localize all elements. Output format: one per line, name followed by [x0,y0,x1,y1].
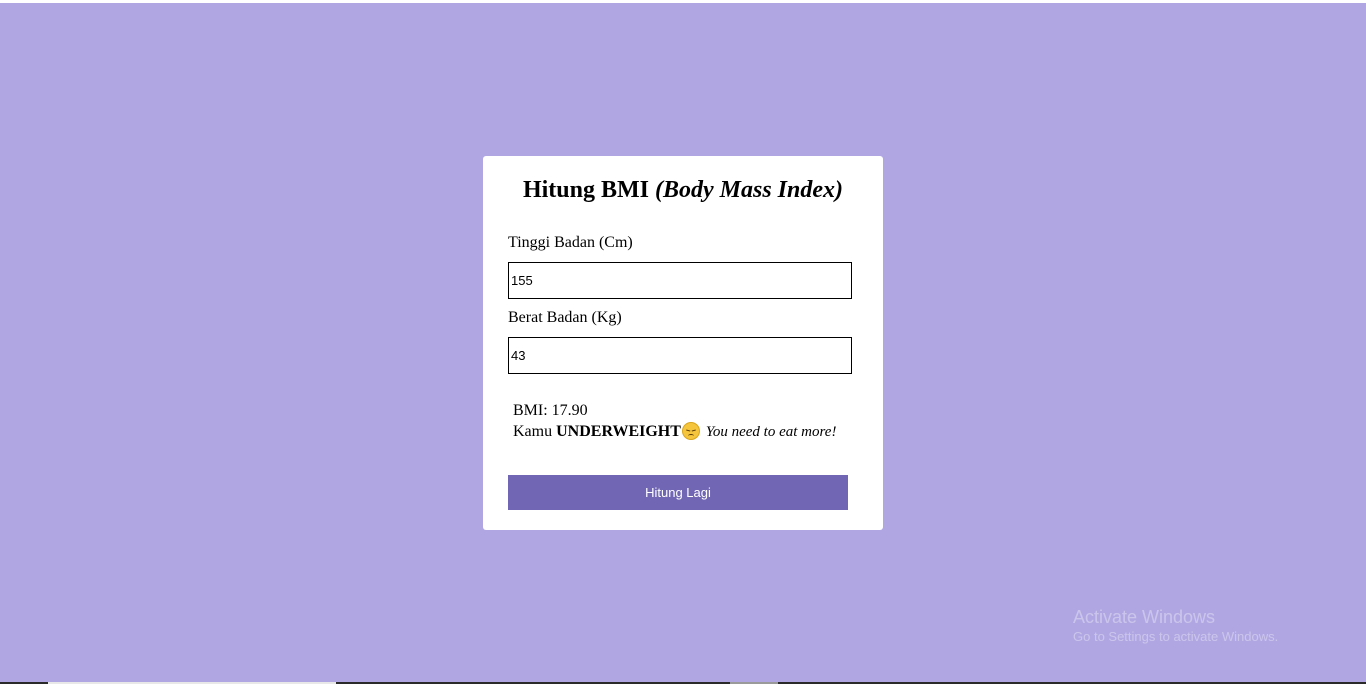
disappointed-face-icon [681,422,700,440]
bmi-card: Hitung BMI (Body Mass Index) Tinggi Bada… [483,156,883,530]
bmi-result: BMI: 17.90 Kamu UNDERWEIGHT You need to … [513,400,836,443]
title-main: Hitung BMI [522,177,649,203]
top-edge [0,0,1366,3]
page-title: Hitung BMI (Body Mass Index) [483,176,883,204]
title-italic: (Body Mass Index) [655,177,844,203]
bmi-category-line: Kamu UNDERWEIGHT You need to eat more! [513,421,836,443]
watermark-subtitle: Go to Settings to activate Windows. [1073,629,1279,644]
watermark-title: Activate Windows [1073,607,1216,627]
bmi-value: BMI: 17.90 [513,402,588,419]
bmi-category: UNDERWEIGHT [556,423,681,440]
category-prefix: Kamu [513,423,553,440]
weight-input[interactable] [508,337,852,374]
advice-text: You need to eat more! [705,424,837,440]
weight-label: Berat Badan (Kg) [508,309,622,326]
height-label: Tinggi Badan (Cm) [508,234,633,251]
activate-windows-watermark: Activate Windows Go to Settings to activ… [1073,606,1278,646]
height-input[interactable] [508,262,852,299]
recalculate-button[interactable]: Hitung Lagi [508,475,848,510]
